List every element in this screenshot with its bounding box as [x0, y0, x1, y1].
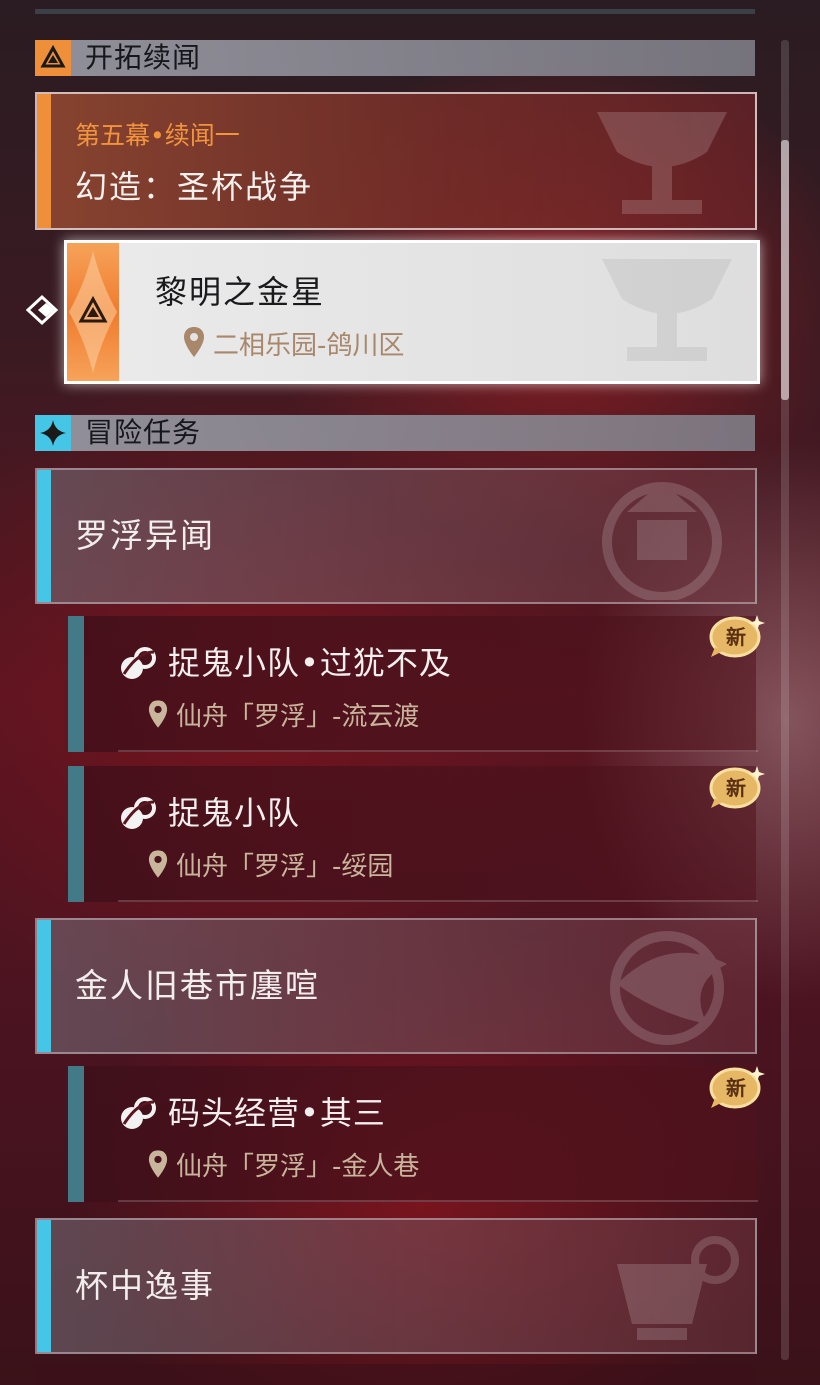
- card-accent: [37, 1220, 51, 1352]
- location-text: 二相乐园-鸽川区: [213, 331, 405, 361]
- new-badge-icon: 新: [709, 615, 765, 659]
- quest-type-strip: [67, 243, 119, 381]
- map-pin-icon: [148, 850, 168, 878]
- badge-text: 新: [726, 1076, 746, 1100]
- badge-text: 新: [726, 625, 746, 649]
- divider: [118, 750, 758, 752]
- map-pin-icon: [148, 700, 168, 728]
- quest-accent: [68, 766, 84, 902]
- quest-location: 仙舟「罗浮」-金人巷: [148, 1146, 419, 1183]
- selected-quest-card[interactable]: 黎明之金星 二相乐园-鸽川区: [64, 240, 760, 384]
- location-text: 仙舟「罗浮」-绥园: [176, 852, 394, 882]
- adventure-mission-icon: [121, 797, 156, 829]
- four-point-star-icon: [35, 415, 71, 451]
- adventure-mission-icon: [121, 647, 156, 679]
- chalice-emblem-icon: [597, 112, 727, 214]
- divider: [118, 1200, 758, 1202]
- region-card-golden-alley[interactable]: 金人旧巷市廛喧: [35, 918, 757, 1054]
- chalice-emblem-icon: [602, 259, 732, 361]
- section-title: 冒险任务: [85, 416, 202, 449]
- quest-location: 仙舟「罗浮」-绥园: [148, 846, 393, 883]
- region-card-cup-anecdotes[interactable]: 杯中逸事: [35, 1218, 757, 1354]
- trail-subtitle: 第五幕•续闻一: [75, 121, 240, 150]
- badge-text: 新: [726, 776, 746, 800]
- new-badge-icon: 新: [709, 1066, 765, 1110]
- location-text: 仙舟「罗浮」-金人巷: [176, 1152, 420, 1182]
- region-title: 杯中逸事: [75, 1266, 215, 1305]
- quest-location: 二相乐园-鸽川区: [183, 325, 404, 362]
- quest-accent: [68, 616, 84, 752]
- region-title: 金人旧巷市廛喧: [75, 966, 320, 1005]
- trail-quest-card[interactable]: 第五幕•续闻一 幻造：圣杯战争: [35, 92, 757, 230]
- section-header-adventure: 冒险任务: [35, 415, 755, 451]
- location-text: 仙舟「罗浮」-流云渡: [176, 702, 420, 732]
- trail-title: 幻造：圣杯战争: [75, 168, 314, 206]
- quest-title: 捉鬼小队•过犹不及: [168, 644, 452, 682]
- triangle-emblem-icon: [69, 251, 117, 373]
- region-title: 罗浮异闻: [75, 516, 215, 555]
- card-accent: [37, 94, 51, 228]
- scrollbar-thumb[interactable]: [781, 140, 789, 400]
- section-title: 开拓续闻: [85, 41, 202, 74]
- cup-emblem-icon: [617, 1236, 739, 1340]
- quest-item[interactable]: 捉鬼小队•过犹不及 仙舟「罗浮」-流云渡: [68, 616, 758, 752]
- triangle-emblem-icon: [35, 40, 71, 76]
- quest-item[interactable]: 捉鬼小队 仙舟「罗浮」-绥园: [68, 766, 758, 902]
- top-divider: [35, 9, 755, 14]
- map-pin-icon: [148, 1150, 168, 1178]
- pagoda-emblem-icon: [602, 482, 722, 600]
- new-badge-icon: 新: [709, 766, 765, 810]
- quest-location: 仙舟「罗浮」-流云渡: [148, 696, 419, 733]
- quest-title: 黎明之金星: [155, 273, 326, 311]
- divider: [118, 900, 758, 902]
- list-continuation: [35, 1364, 755, 1385]
- map-pin-icon: [184, 327, 204, 357]
- card-accent: [37, 920, 51, 1052]
- bird-emblem-icon: [610, 931, 727, 1045]
- adventure-mission-icon: [121, 1097, 156, 1129]
- card-accent: [37, 470, 51, 602]
- tracking-arrow-icon: [26, 294, 59, 326]
- quest-item[interactable]: 码头经营•其三 仙舟「罗浮」-金人巷: [68, 1066, 758, 1202]
- section-header-trailblaze: 开拓续闻: [35, 40, 755, 76]
- region-card-luofu-tales[interactable]: 罗浮异闻: [35, 468, 757, 604]
- quest-accent: [68, 1066, 84, 1202]
- quest-title: 捉鬼小队: [168, 794, 301, 832]
- quest-title: 码头经营•其三: [168, 1094, 386, 1132]
